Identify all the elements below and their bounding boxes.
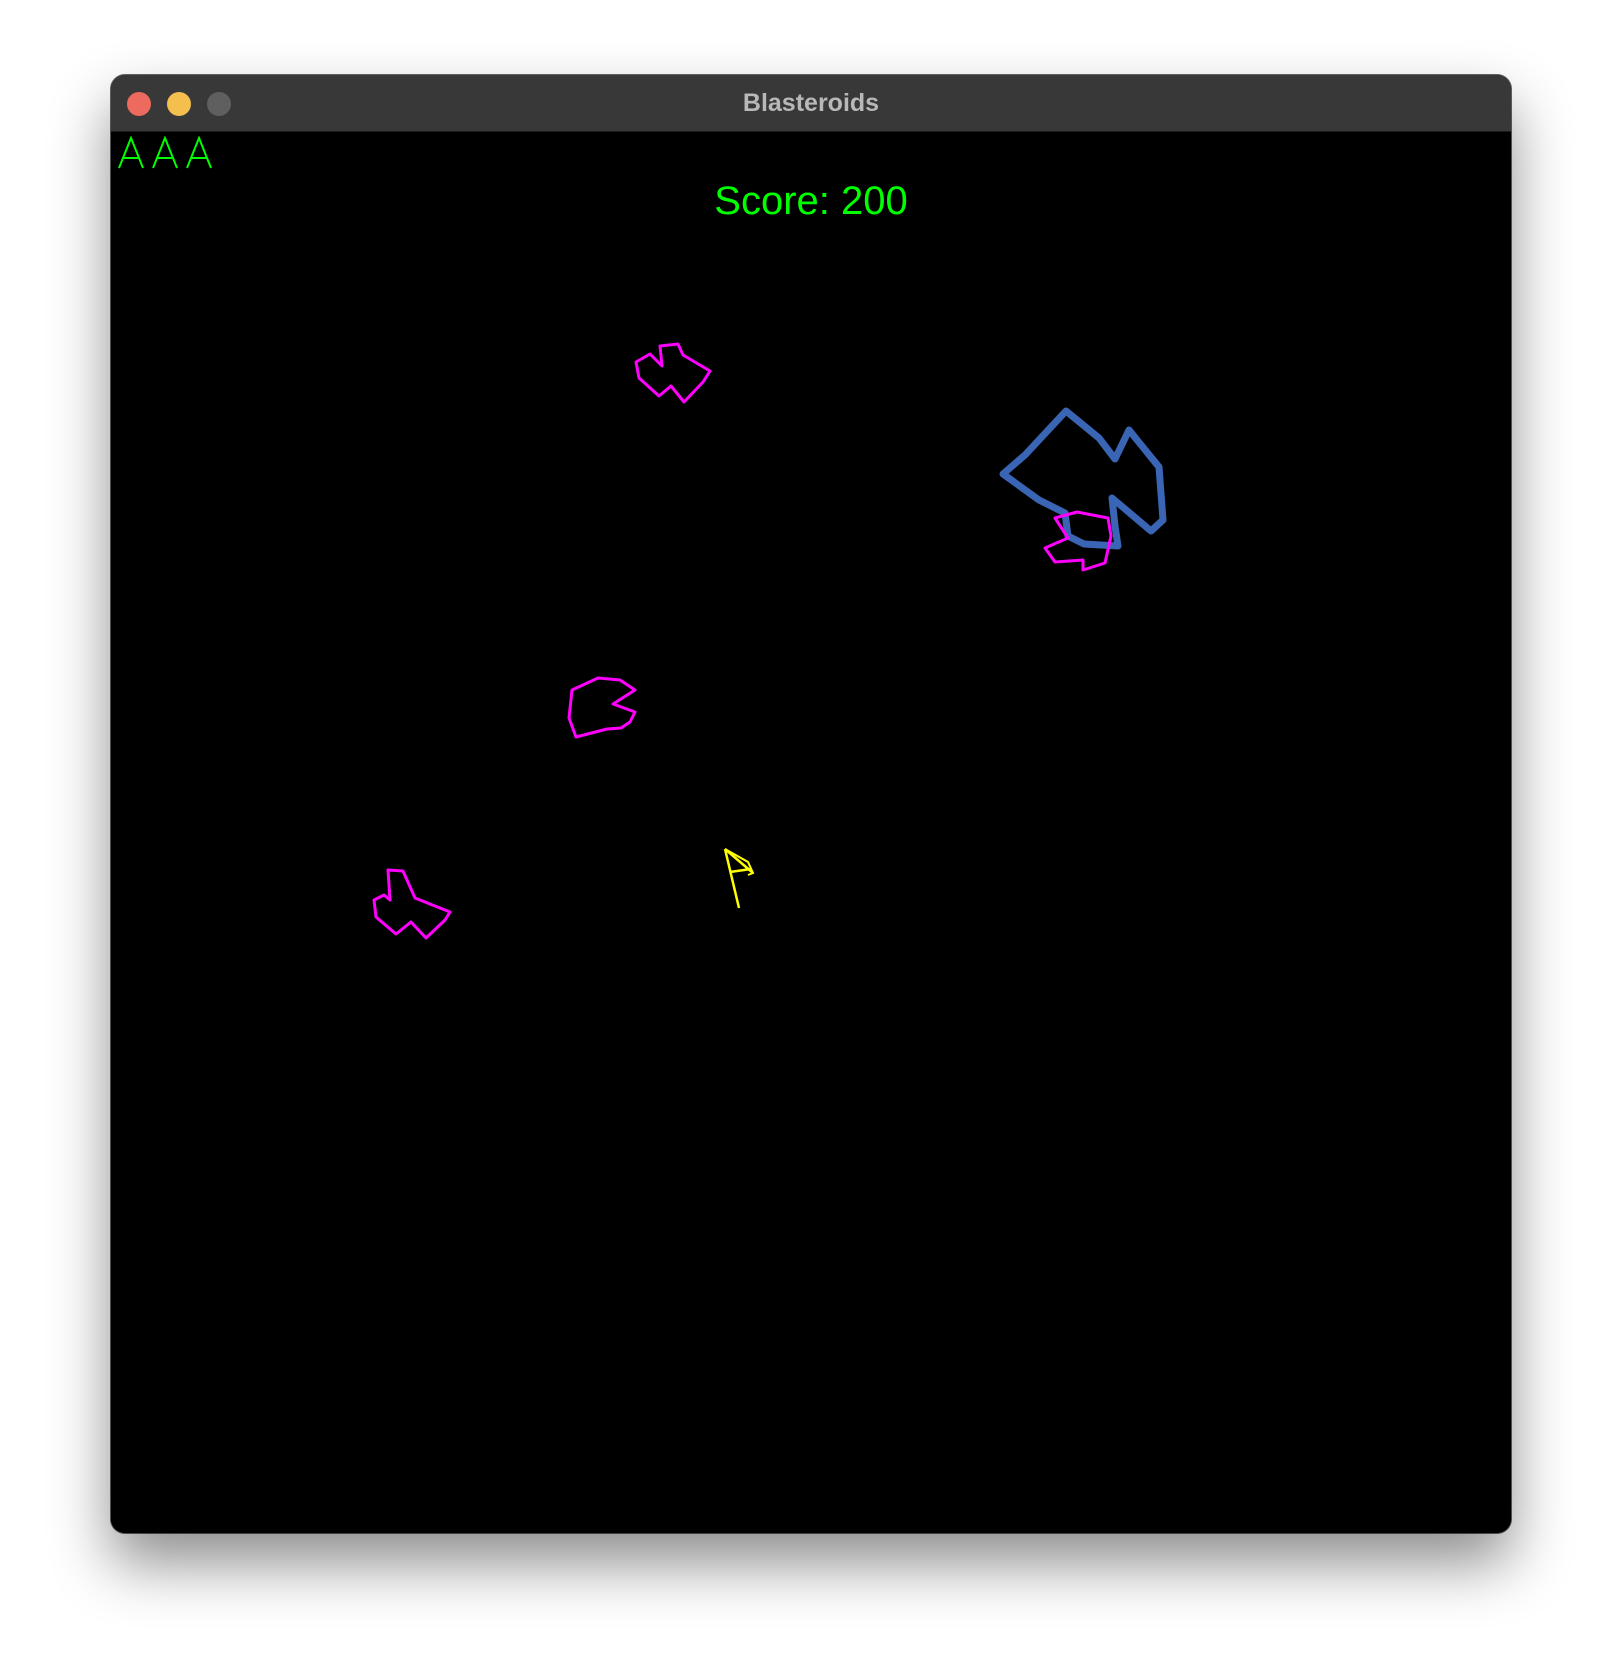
- game-canvas[interactable]: Score: 200: [111, 132, 1511, 1533]
- asteroid-large: [999, 407, 1167, 550]
- asteroid-small: [567, 676, 637, 739]
- asteroid-small: [634, 342, 712, 404]
- title-bar[interactable]: Blasteroids: [111, 75, 1511, 132]
- asteroid-small: [372, 868, 452, 940]
- playfield: [372, 342, 1167, 940]
- ship-icon: [723, 848, 755, 909]
- game-window: Blasteroids Score: 200: [111, 75, 1511, 1533]
- window-title: Blasteroids: [742, 89, 880, 117]
